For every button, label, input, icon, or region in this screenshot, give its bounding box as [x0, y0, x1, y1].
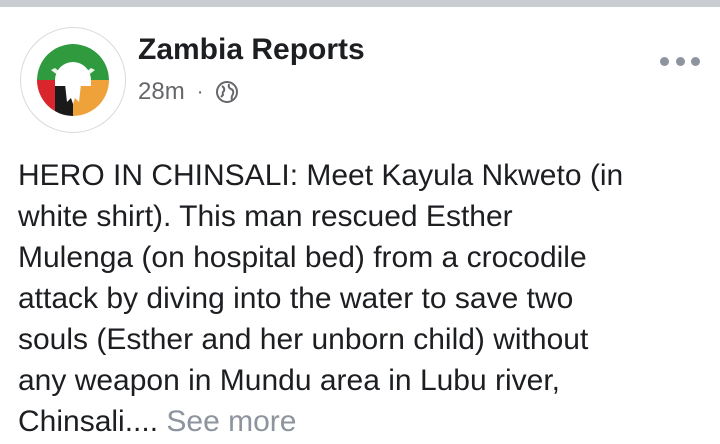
- zambia-reports-logo-icon: [37, 44, 109, 116]
- post-text-line: Chinsali....: [18, 405, 159, 438]
- post-card: Zambia Reports 28m · HERO IN CHINSALI: M…: [0, 7, 720, 444]
- post-text-line: HERO IN CHINSALI: Meet Kayula Nkweto (in: [18, 159, 624, 192]
- globe-icon[interactable]: [215, 80, 239, 104]
- post-timestamp[interactable]: 28m: [138, 78, 185, 106]
- feed-divider: [0, 0, 720, 7]
- more-options-icon[interactable]: [660, 53, 700, 69]
- post-body: HERO IN CHINSALI: Meet Kayula Nkweto (in…: [18, 155, 708, 442]
- post-meta: 28m ·: [138, 77, 239, 107]
- post-text-line: any weapon in Mundu area in Lubu river,: [18, 364, 561, 397]
- post-text-last-line: Chinsali.... See more: [18, 401, 708, 442]
- page-avatar[interactable]: [20, 27, 126, 133]
- more-dot: [675, 56, 685, 66]
- more-dot: [691, 56, 700, 66]
- post-text-line: white shirt). This man rescued Esther: [18, 200, 513, 233]
- more-dot: [660, 56, 669, 66]
- post-text-line: Mulenga (on hospital bed) from a crocodi…: [18, 241, 587, 274]
- post-text-line: souls (Esther and her unborn child) with…: [18, 323, 589, 356]
- meta-separator: ·: [196, 80, 204, 103]
- post-text-line: attack by diving into the water to save …: [18, 282, 574, 315]
- post-header: Zambia Reports 28m ·: [0, 7, 720, 137]
- page-name-link[interactable]: Zambia Reports: [138, 33, 365, 67]
- see-more-link[interactable]: See more: [166, 405, 296, 438]
